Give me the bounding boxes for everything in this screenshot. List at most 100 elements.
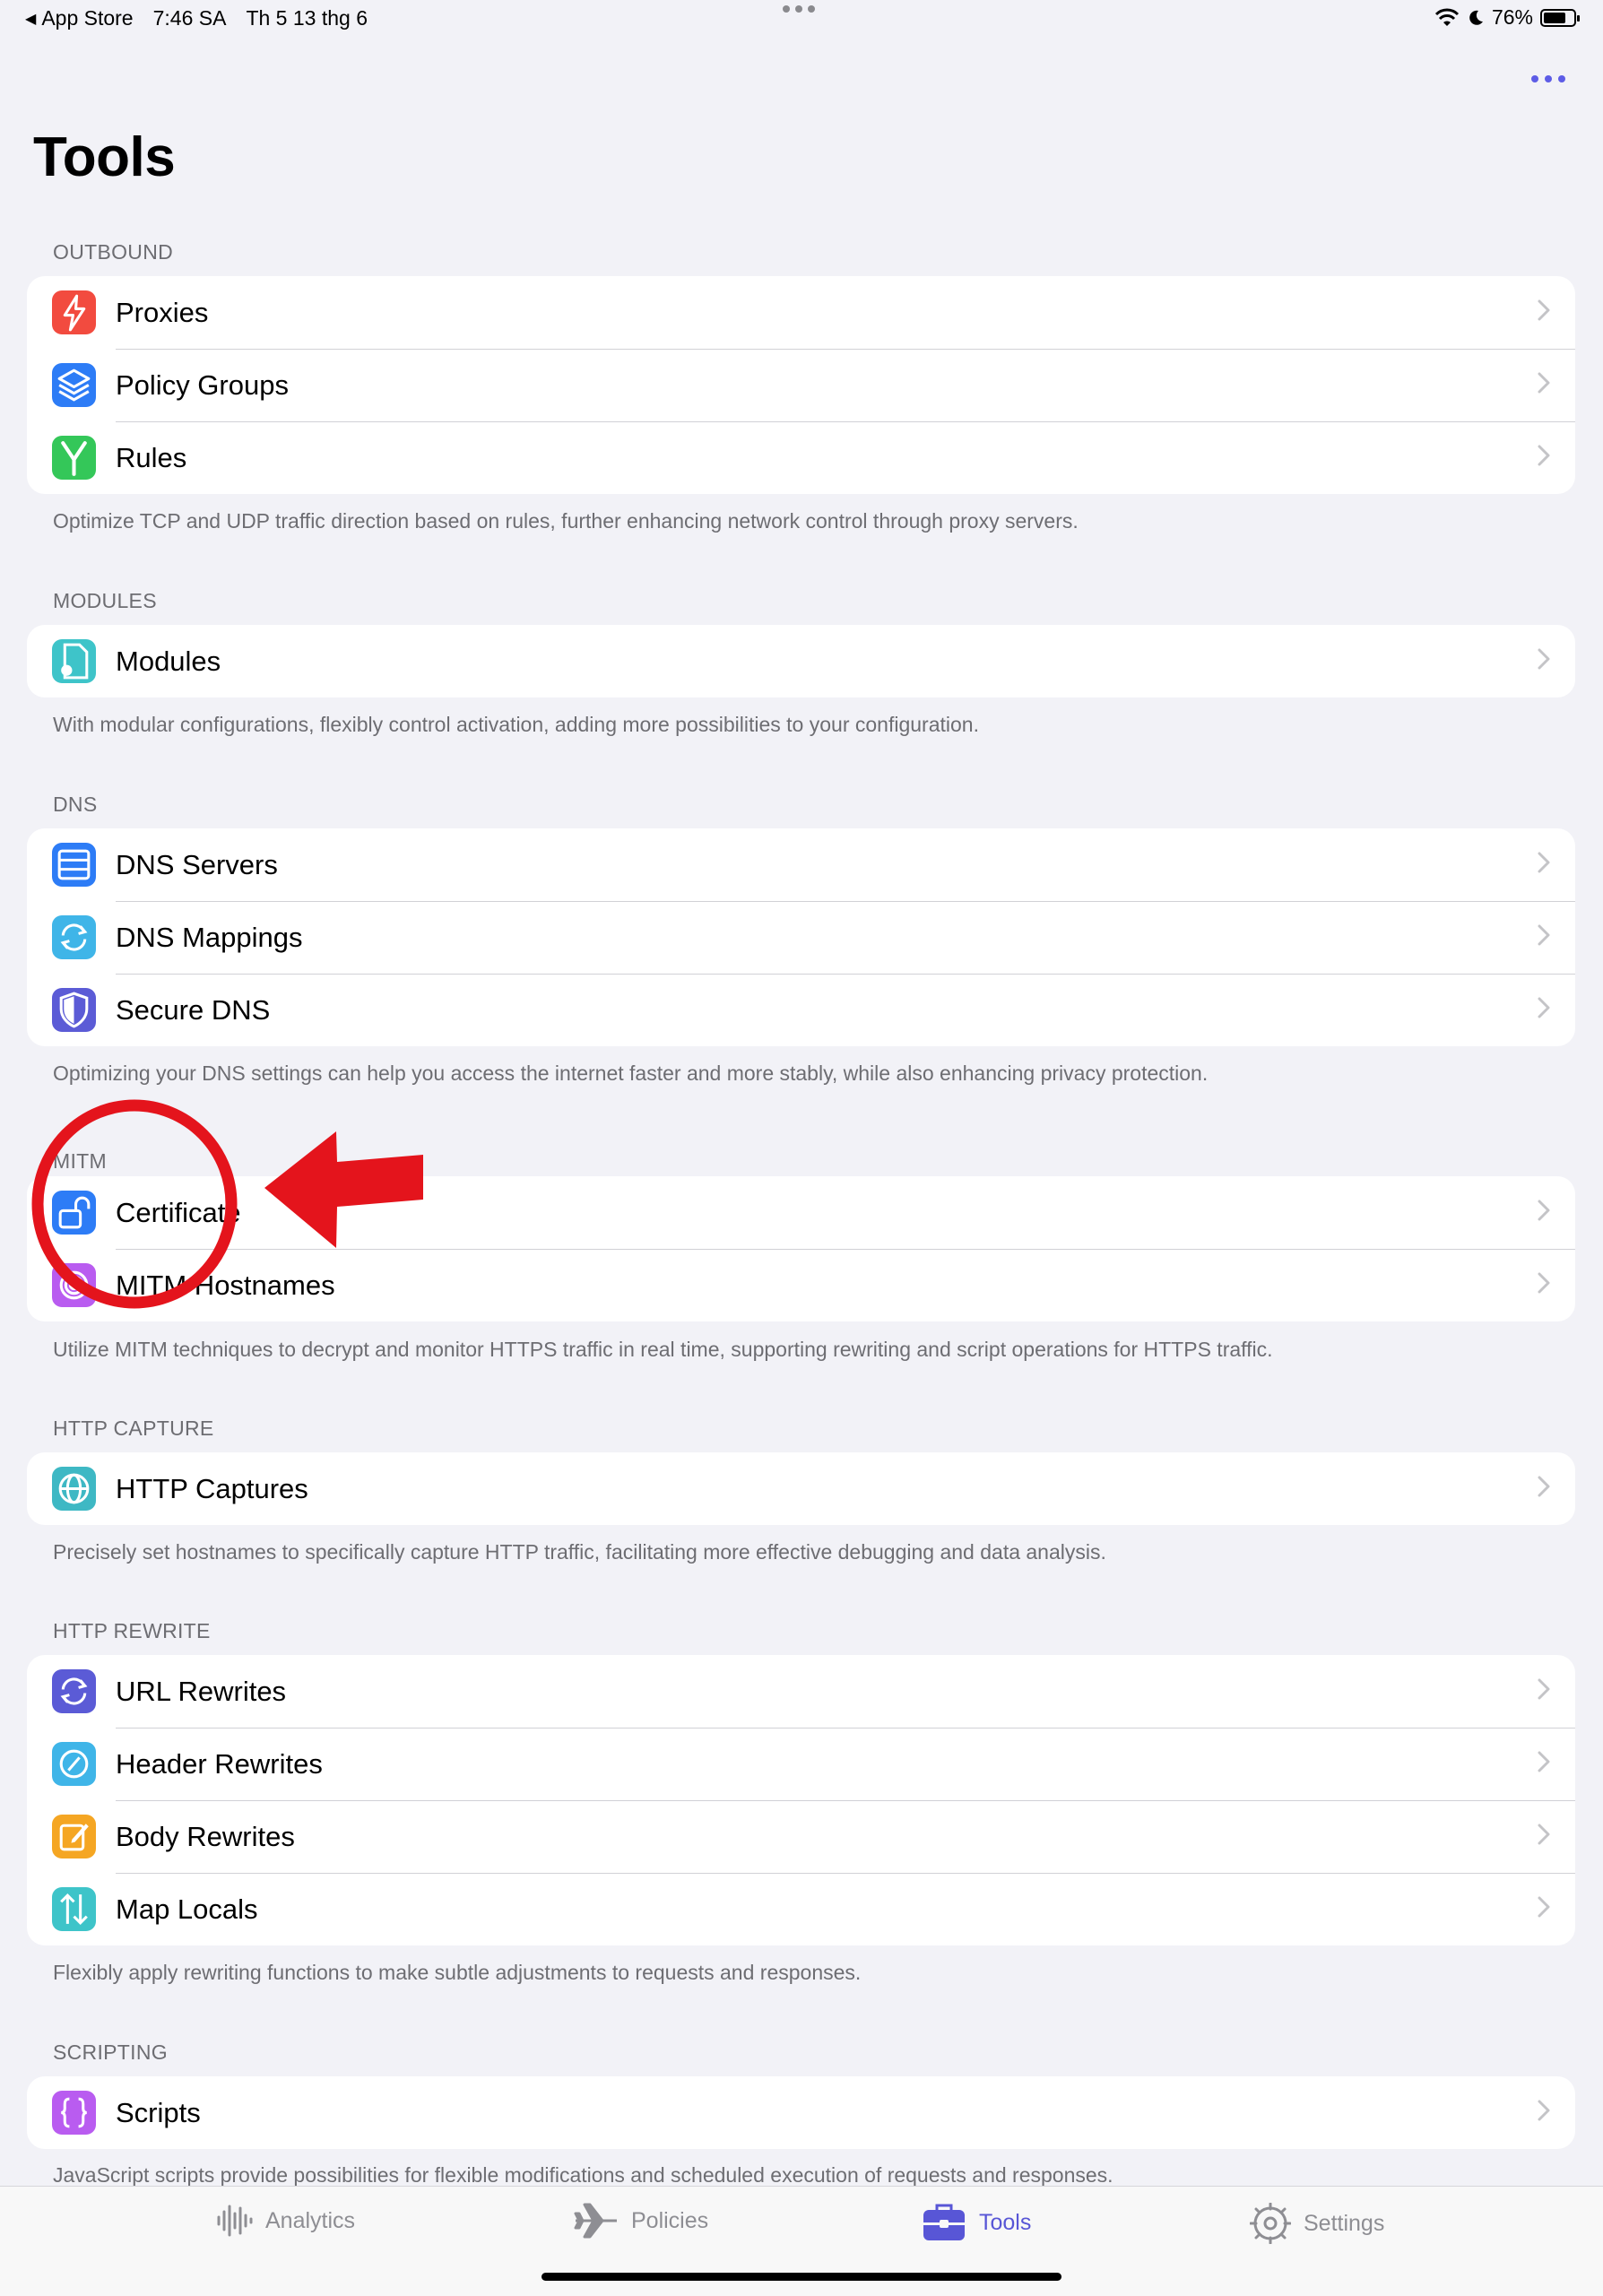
battery-percent: 76% bbox=[1491, 5, 1533, 29]
more-options-button[interactable] bbox=[1531, 75, 1565, 82]
back-to-app-link[interactable]: App Store bbox=[41, 6, 133, 30]
back-triangle-icon[interactable]: ◀ bbox=[25, 10, 36, 28]
list-item-rules[interactable]: Rules bbox=[27, 421, 1575, 494]
list-item-label: URL Rewrites bbox=[116, 1675, 287, 1707]
braces-icon bbox=[52, 2091, 96, 2135]
list-item-policy-groups[interactable]: Policy Groups bbox=[27, 349, 1575, 421]
page-title: Tools bbox=[33, 126, 176, 188]
list-item-label: Scripts bbox=[116, 2096, 201, 2128]
home-indicator[interactable] bbox=[542, 2273, 1061, 2281]
tab-tools[interactable]: Tools bbox=[922, 2203, 1031, 2242]
waveform-icon bbox=[217, 2205, 253, 2237]
server-icon bbox=[52, 843, 96, 887]
tab-label: Settings bbox=[1304, 2210, 1385, 2236]
chevron-right-icon bbox=[1538, 924, 1550, 946]
list-item-mitm-hostnames[interactable]: MITM Hostnames bbox=[27, 1249, 1575, 1321]
list-item-dns-mappings[interactable]: DNS Mappings bbox=[27, 901, 1575, 974]
section-header-http-capture: HTTP CAPTURE bbox=[53, 1417, 214, 1440]
list-item-header-rewrites[interactable]: Header Rewrites bbox=[27, 1728, 1575, 1800]
list-item-url-rewrites[interactable]: URL Rewrites bbox=[27, 1655, 1575, 1728]
multitasking-dots-icon[interactable] bbox=[783, 5, 815, 13]
list-item-label: Rules bbox=[116, 441, 187, 473]
unlock-icon bbox=[52, 1191, 96, 1235]
list-item-label: Body Rewrites bbox=[116, 1820, 295, 1852]
list-item-modules[interactable]: Modules bbox=[27, 625, 1575, 697]
section-header-dns: DNS bbox=[53, 793, 98, 816]
shield-icon bbox=[52, 988, 96, 1032]
refresh-icon bbox=[52, 1669, 96, 1713]
gear-icon bbox=[1250, 2203, 1291, 2244]
list-item-http-captures[interactable]: HTTP Captures bbox=[27, 1452, 1575, 1525]
globe-icon bbox=[52, 1467, 96, 1511]
tab-label: Analytics bbox=[265, 2207, 356, 2233]
tab-label: Policies bbox=[631, 2207, 709, 2233]
tab-policies[interactable]: Policies bbox=[574, 2203, 708, 2239]
section-header-mitm: MITM bbox=[53, 1149, 107, 1173]
section-group-dns: DNS Servers DNS Mappings Secure DNS bbox=[27, 828, 1575, 1046]
toolbox-icon bbox=[923, 2204, 965, 2240]
status-right: 76% bbox=[1434, 5, 1580, 30]
edit-icon bbox=[52, 1815, 96, 1858]
moon-icon bbox=[1469, 10, 1483, 25]
up-down-arrows-icon bbox=[52, 1887, 96, 1931]
chevron-right-icon bbox=[1538, 648, 1550, 670]
section-group-outbound: Proxies Policy Groups Rules bbox=[27, 276, 1575, 494]
list-item-label: Header Rewrites bbox=[116, 1747, 323, 1780]
tab-analytics[interactable]: Analytics bbox=[215, 2203, 355, 2239]
list-item-certificate[interactable]: Certificate bbox=[27, 1176, 1575, 1249]
list-item-label: Proxies bbox=[116, 296, 209, 328]
list-item-secure-dns[interactable]: Secure DNS bbox=[27, 974, 1575, 1046]
section-header-outbound: OUTBOUND bbox=[53, 240, 174, 264]
fingerprint-icon bbox=[52, 1263, 96, 1307]
section-header-modules: MODULES bbox=[53, 589, 157, 612]
sync-icon bbox=[52, 915, 96, 959]
list-item-label: Modules bbox=[116, 645, 221, 677]
section-group-modules: Modules bbox=[27, 625, 1575, 697]
wifi-icon bbox=[1434, 8, 1460, 26]
list-item-label: Certificate bbox=[116, 1196, 241, 1228]
list-item-scripts[interactable]: Scripts bbox=[27, 2076, 1575, 2149]
list-item-label: Map Locals bbox=[116, 1893, 258, 1925]
status-left: ◀ App Store 7:46 SA Th 5 13 thg 6 bbox=[25, 6, 368, 30]
list-item-label: DNS Mappings bbox=[116, 921, 303, 953]
status-date: Th 5 13 thg 6 bbox=[246, 6, 368, 30]
module-doc-icon bbox=[52, 639, 96, 683]
chevron-right-icon bbox=[1538, 2100, 1550, 2121]
status-bar: ◀ App Store 7:46 SA Th 5 13 thg 6 76% bbox=[0, 0, 1603, 39]
section-footer-mitm: Utilize MITM techniques to decrypt and m… bbox=[53, 1338, 1273, 1361]
chevron-right-icon bbox=[1538, 299, 1550, 321]
chevron-right-icon bbox=[1538, 1200, 1550, 1221]
section-header-http-rewrite: HTTP REWRITE bbox=[53, 1619, 211, 1642]
chevron-right-icon bbox=[1538, 1272, 1550, 1294]
list-item-dns-servers[interactable]: DNS Servers bbox=[27, 828, 1575, 901]
list-item-proxies[interactable]: Proxies bbox=[27, 276, 1575, 349]
section-footer-modules: With modular configurations, flexibly co… bbox=[53, 713, 979, 736]
battery-icon bbox=[1540, 8, 1580, 27]
section-header-scripting: SCRIPTING bbox=[53, 2040, 168, 2064]
chevron-right-icon bbox=[1538, 997, 1550, 1018]
bolt-icon bbox=[52, 290, 96, 334]
section-group-scripting: Scripts bbox=[27, 2076, 1575, 2149]
chevron-right-icon bbox=[1538, 1896, 1550, 1918]
branch-icon bbox=[52, 436, 96, 480]
section-group-mitm: Certificate MITM Hostnames bbox=[27, 1176, 1575, 1321]
section-footer-outbound: Optimize TCP and UDP traffic direction b… bbox=[53, 509, 1079, 533]
chevron-right-icon bbox=[1538, 852, 1550, 873]
chevron-right-icon bbox=[1538, 372, 1550, 394]
airplane-icon bbox=[574, 2203, 617, 2239]
list-item-label: MITM Hostnames bbox=[116, 1269, 335, 1301]
section-footer-scripting: JavaScript scripts provide possibilities… bbox=[53, 2163, 1113, 2187]
list-item-label: Secure DNS bbox=[116, 993, 271, 1026]
chevron-right-icon bbox=[1538, 1824, 1550, 1845]
slash-circle-icon bbox=[52, 1742, 96, 1786]
section-group-http-rewrite: URL Rewrites Header Rewrites Body Rewrites… bbox=[27, 1655, 1575, 1945]
tab-label: Tools bbox=[979, 2209, 1032, 2235]
list-item-body-rewrites[interactable]: Body Rewrites bbox=[27, 1800, 1575, 1873]
list-item-label: Policy Groups bbox=[116, 368, 289, 401]
section-footer-dns: Optimizing your DNS settings can help yo… bbox=[53, 1061, 1209, 1085]
list-item-map-locals[interactable]: Map Locals bbox=[27, 1873, 1575, 1945]
tab-settings[interactable]: Settings bbox=[1250, 2203, 1384, 2244]
chevron-right-icon bbox=[1538, 1678, 1550, 1700]
chevron-right-icon bbox=[1538, 1476, 1550, 1497]
list-item-label: DNS Servers bbox=[116, 848, 278, 880]
